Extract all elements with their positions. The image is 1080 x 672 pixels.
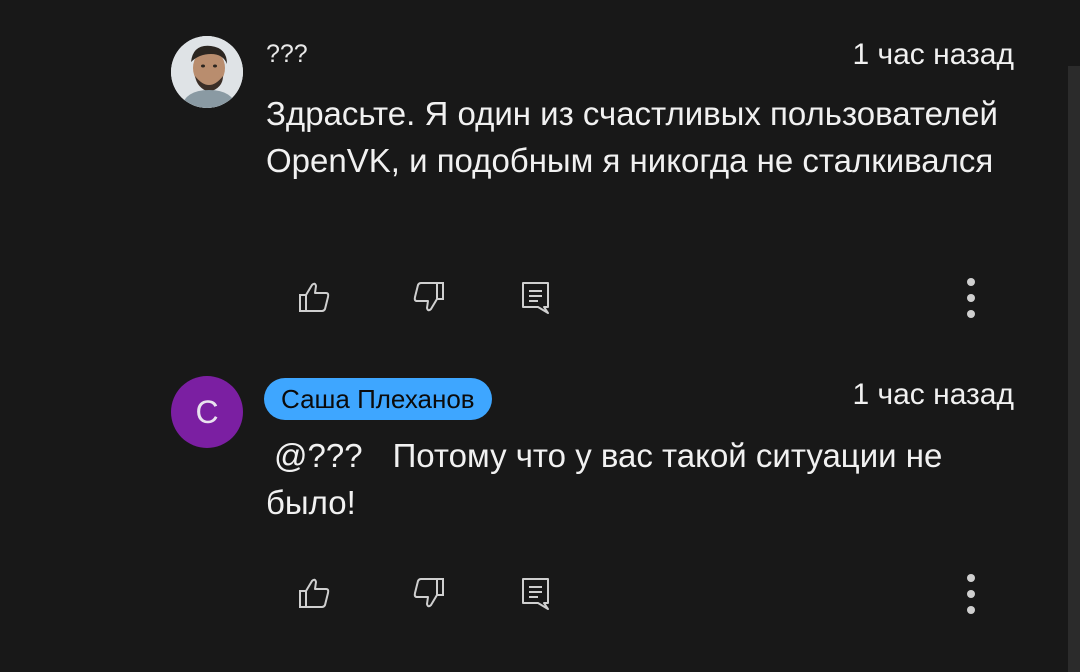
dislike-button[interactable] [411,575,447,611]
like-button[interactable] [296,575,332,611]
more-vert-icon [967,278,975,318]
reply-button[interactable] [518,279,554,315]
thumb-up-icon [299,578,330,608]
comments-page: ??? 1 час назад Здрасьте. Я один из счас… [0,0,1080,672]
comment-text: Здрасьте. Я один из счастливых пользоват… [266,95,998,179]
avatar[interactable]: С [171,376,243,448]
thumb-down-icon [413,282,444,312]
like-button[interactable] [296,279,332,315]
avatar-letter: С [195,394,219,430]
comment-item: ??? 1 час назад Здрасьте. Я один из счас… [0,0,1060,340]
reply-button[interactable] [518,575,554,611]
comment-time: 1 час назад [852,38,1014,71]
comment-author[interactable]: ??? [266,40,308,69]
avatar[interactable] [171,36,243,108]
reply-comment-icon [522,578,549,610]
dislike-button[interactable] [411,279,447,315]
thumb-up-icon [299,282,330,312]
comment-time: 1 час назад [852,378,1014,411]
scrollbar[interactable] [1068,66,1080,672]
comment-text: @??? Потому что у вас такой ситуации не б… [266,432,1006,526]
comment-body: Потому что у вас такой ситуации не было! [266,437,943,521]
reply-comment-icon [522,282,549,314]
comment-item: С Саша Плеханов 1 час назад @??? Потому ч… [0,340,1060,672]
more-vert-icon [967,574,975,614]
mention-link[interactable]: @??? [266,432,363,479]
thumb-down-icon [413,578,444,608]
more-options-button[interactable] [962,570,980,618]
comment-author-chip[interactable]: Саша Плеханов [264,378,492,420]
more-options-button[interactable] [962,274,980,322]
user-photo-avatar-icon [171,36,243,108]
